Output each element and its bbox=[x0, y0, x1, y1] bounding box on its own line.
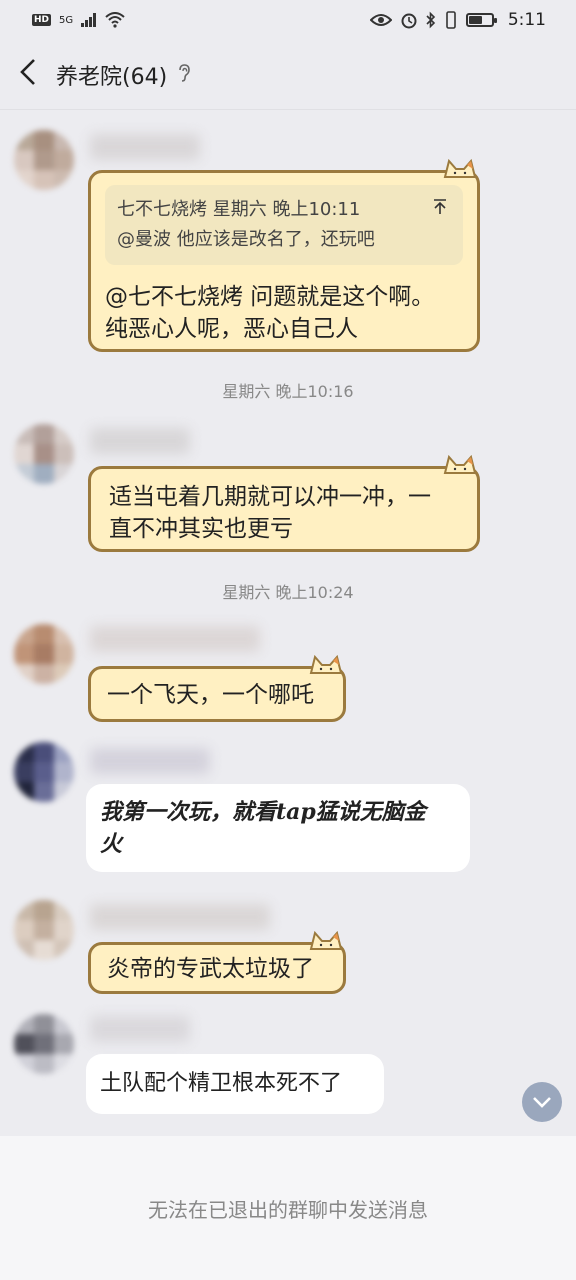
quote-body: @曼波 他应该是改名了，还玩吧 bbox=[117, 229, 375, 250]
battery-icon bbox=[465, 13, 497, 27]
nickname-blurred bbox=[90, 1016, 190, 1042]
alarm-icon bbox=[401, 13, 417, 29]
vibrate-icon bbox=[446, 11, 456, 29]
clock: 5:11 bbox=[507, 10, 546, 30]
cat-ears-decoration bbox=[309, 654, 343, 674]
hd-indicator: HD bbox=[32, 14, 52, 26]
message-text: 一个飞天，一个哪吒 bbox=[107, 682, 314, 708]
message-bubble[interactable]: 一个飞天，一个哪吒 bbox=[88, 654, 346, 722]
input-disabled-bar: 无法在已退出的群聊中发送消息 bbox=[0, 1136, 576, 1280]
nickname-blurred bbox=[90, 134, 200, 160]
message-line: @七不七烧烤 问题就是这个啊。 bbox=[105, 284, 435, 310]
cat-ears-decoration bbox=[443, 454, 477, 474]
message-line: 我第一次玩，就看tap猛说无脑金 bbox=[100, 799, 426, 825]
ear-icon[interactable] bbox=[177, 63, 191, 87]
signal-label: 5G bbox=[59, 14, 74, 26]
avatar[interactable] bbox=[14, 424, 74, 484]
nickname-blurred bbox=[90, 904, 270, 930]
quote-header: 七不七烧烤 星期六 晚上10:11 bbox=[117, 199, 361, 220]
cat-ears-decoration bbox=[309, 930, 343, 950]
timestamp: 星期六 晚上10:24 bbox=[222, 583, 354, 602]
avatar[interactable] bbox=[14, 130, 74, 190]
avatar[interactable] bbox=[14, 1014, 74, 1074]
chat-header: 养老院(64) bbox=[0, 40, 576, 110]
message-text: 炎帝的专武太垃圾了 bbox=[107, 956, 314, 982]
nickname-blurred bbox=[90, 748, 210, 774]
message-bubble[interactable]: 适当屯着几期就可以冲一冲，一 直不冲其实也更亏 bbox=[88, 454, 480, 552]
message-text: 土队配个精卫根本死不了 bbox=[100, 1071, 343, 1096]
signal-icon bbox=[81, 13, 97, 27]
message-bubble[interactable]: 我第一次玩，就看tap猛说无脑金 火 bbox=[86, 784, 470, 872]
eye-icon bbox=[369, 14, 392, 26]
message-line: 适当屯着几期就可以冲一冲，一 bbox=[109, 484, 431, 510]
nickname-blurred bbox=[90, 626, 260, 652]
back-icon[interactable] bbox=[18, 57, 48, 93]
timestamp: 星期六 晚上10:16 bbox=[222, 382, 354, 401]
status-bar: HD 5G 5:11 bbox=[0, 0, 576, 40]
scroll-down-button[interactable] bbox=[522, 1082, 562, 1122]
avatar[interactable] bbox=[14, 900, 74, 960]
message-line: 直不冲其实也更亏 bbox=[109, 516, 293, 542]
message-bubble[interactable]: 七不七烧烤 星期六 晚上10:11 @曼波 他应该是改名了，还玩吧 @七不七烧烤… bbox=[88, 158, 480, 352]
avatar[interactable] bbox=[14, 624, 74, 684]
message-bubble[interactable]: 土队配个精卫根本死不了 bbox=[86, 1054, 384, 1114]
wifi-icon bbox=[105, 12, 125, 28]
nickname-blurred bbox=[90, 428, 190, 454]
message-line: 纯恶心人呢，恶心自己人 bbox=[105, 316, 358, 342]
chevron-down-icon bbox=[533, 1097, 551, 1108]
message-bubble[interactable]: 炎帝的专武太垃圾了 bbox=[88, 930, 346, 994]
group-title[interactable]: 养老院(64) bbox=[56, 59, 167, 91]
bluetooth-icon bbox=[426, 11, 435, 29]
avatar[interactable] bbox=[14, 742, 74, 802]
quoted-reply[interactable]: 七不七烧烤 星期六 晚上10:11 @曼波 他应该是改名了，还玩吧 bbox=[105, 185, 463, 265]
disabled-notice: 无法在已退出的群聊中发送消息 bbox=[148, 1197, 428, 1222]
message-line: 火 bbox=[100, 831, 123, 857]
cat-ears-decoration bbox=[443, 158, 477, 178]
pin-icon bbox=[433, 195, 447, 225]
